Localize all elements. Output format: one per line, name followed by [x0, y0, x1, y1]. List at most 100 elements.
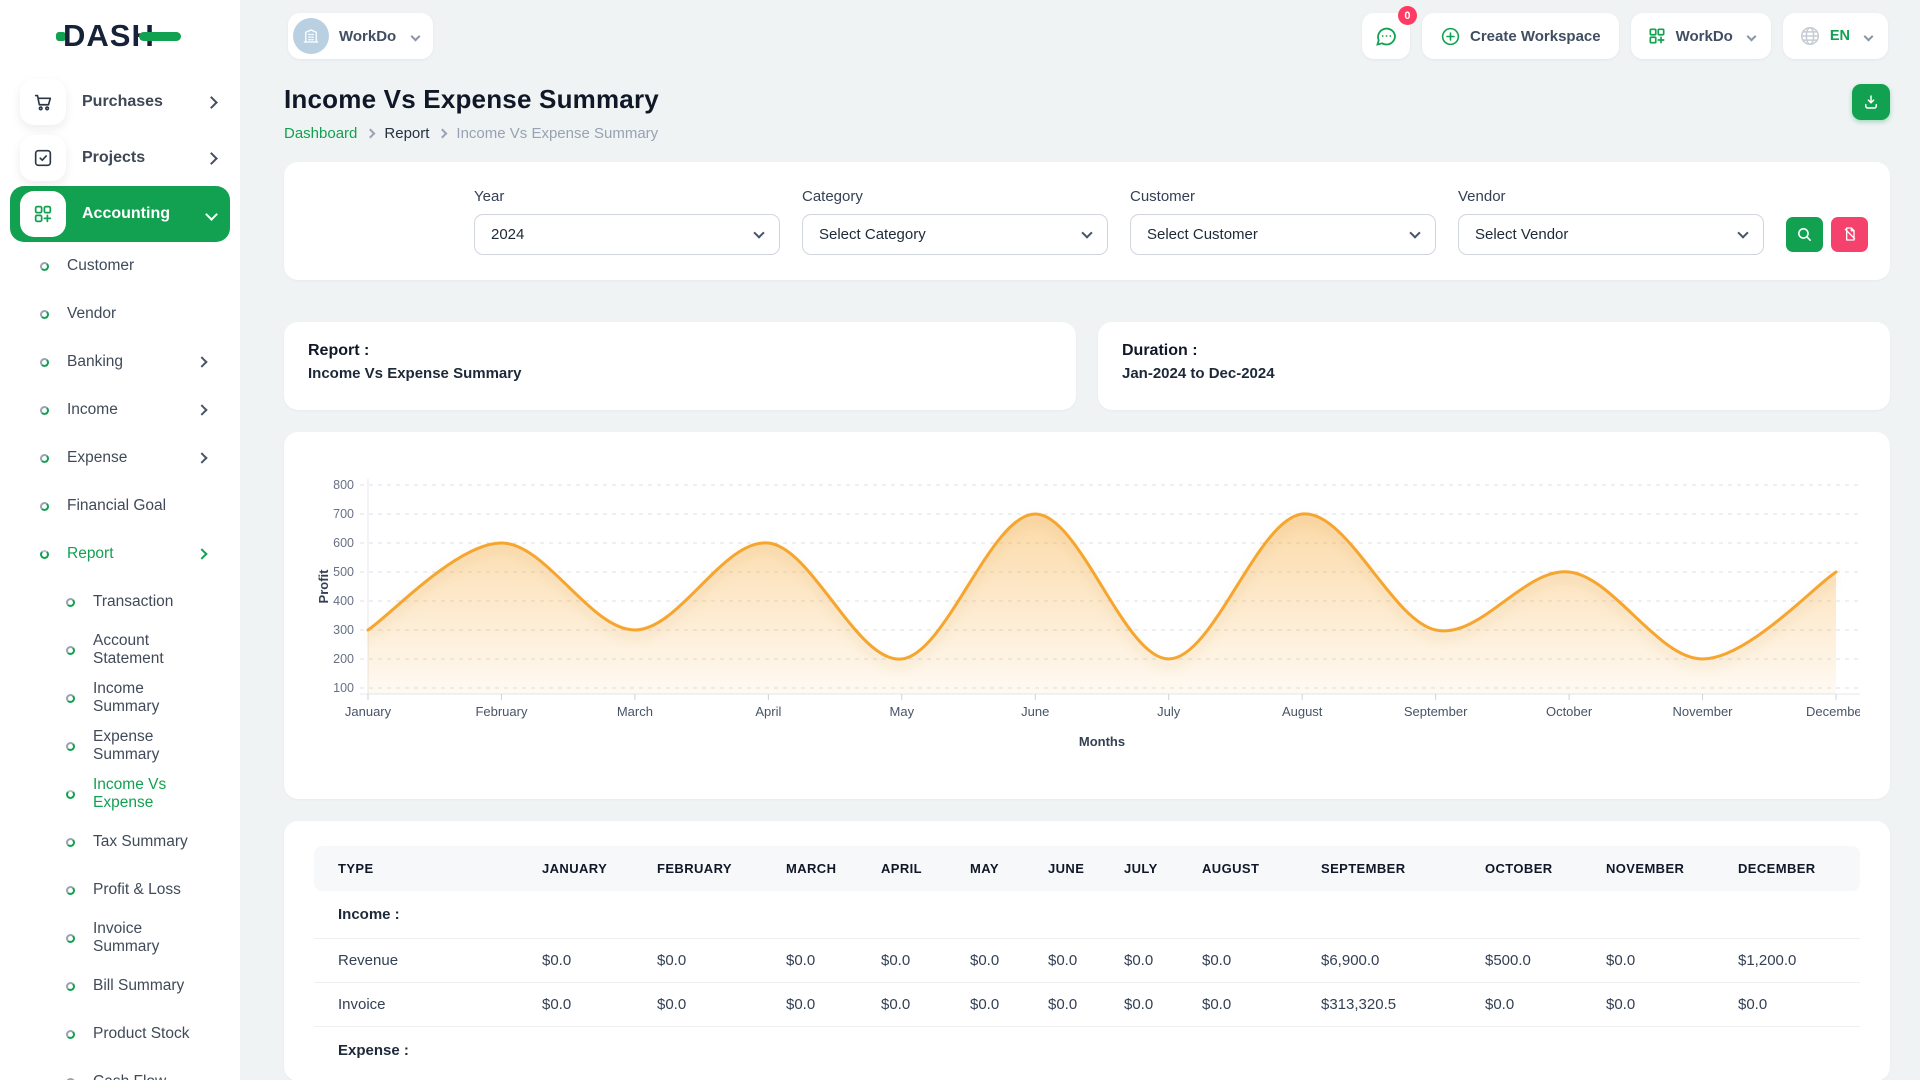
table-header-row: TYPEJANUARYFEBRUARYMARCHAPRILMAYJUNEJULY…	[314, 846, 1860, 891]
table-cell: $0.0	[1598, 939, 1730, 983]
bullet-icon	[40, 502, 49, 511]
chevron-right-icon	[196, 356, 207, 367]
y-tick-label: 200	[333, 652, 354, 666]
circle-plus-icon	[1440, 26, 1461, 47]
sidebar-item-income-summary[interactable]: Income Summary	[10, 674, 230, 722]
app-root: DASH Purchases Projects	[0, 0, 1920, 1080]
main-area: WorkDo 0 Create Workspace WorkDo	[240, 0, 1920, 1080]
sidebar-item-transaction[interactable]: Transaction	[10, 578, 230, 626]
table-header-cell: NOVEMBER	[1598, 846, 1730, 891]
y-tick-label: 300	[333, 623, 354, 637]
sidebar-nav: Purchases Projects Accounting	[0, 72, 240, 1080]
table-section-row: Income :	[314, 891, 1860, 939]
table-row: Revenue$0.0$0.0$0.0$0.0$0.0$0.0$0.0$0.0$…	[314, 939, 1860, 983]
chevron-down-icon	[411, 31, 421, 41]
table-header-cell: DECEMBER	[1730, 846, 1860, 891]
sidebar-item-expense-summary[interactable]: Expense Summary	[10, 722, 230, 770]
sidebar-item-customer[interactable]: Customer	[10, 242, 230, 290]
apply-filter-button[interactable]	[1786, 217, 1823, 252]
breadcrumb-report[interactable]: Report	[384, 125, 429, 142]
brand-logo[interactable]: DASH	[56, 18, 181, 54]
bullet-icon	[40, 358, 49, 367]
filter-actions	[1786, 217, 1868, 255]
sidebar-item-label: Report	[67, 545, 198, 563]
page-title: Income Vs Expense Summary	[284, 84, 659, 115]
table-header-cell: MARCH	[778, 846, 873, 891]
table-header-cell: SEPTEMBER	[1313, 846, 1477, 891]
sidebar-item-bill-summary[interactable]: Bill Summary	[10, 962, 230, 1010]
chevron-down-icon	[1081, 227, 1092, 238]
modules-icon	[20, 191, 66, 237]
sidebar-item-banking[interactable]: Banking	[10, 338, 230, 386]
sidebar-item-report[interactable]: Report	[10, 530, 230, 578]
table-cell: $6,900.0	[1313, 939, 1477, 983]
sidebar-item-label: Income Vs Expense	[93, 776, 206, 812]
topbar-right: 0 Create Workspace WorkDo EN	[1362, 13, 1888, 59]
x-tick-label: October	[1546, 704, 1593, 719]
language-code: EN	[1830, 28, 1850, 44]
year-select[interactable]: 2024	[474, 214, 780, 255]
sidebar-item-label: Income Summary	[93, 680, 206, 716]
vendor-select[interactable]: Select Vendor	[1458, 214, 1764, 255]
table-body: Income :Revenue$0.0$0.0$0.0$0.0$0.0$0.0$…	[314, 891, 1860, 1074]
logo-row: DASH	[0, 0, 240, 72]
chevron-down-icon	[1409, 227, 1420, 238]
chart-card: 100200300400500600700800JanuaryFebruaryM…	[284, 432, 1890, 799]
table-header-cell: TYPE	[314, 846, 534, 891]
sidebar-item-financial-goal[interactable]: Financial Goal	[10, 482, 230, 530]
workdo-menu-button[interactable]: WorkDo	[1631, 13, 1771, 59]
x-tick-label: April	[755, 704, 781, 719]
sidebar-item-label: Expense Summary	[93, 728, 206, 764]
y-tick-label: 600	[333, 536, 354, 550]
sidebar-item-invoice-summary[interactable]: Invoice Summary	[10, 914, 230, 962]
sidebar-item-profit-loss[interactable]: Profit & Loss	[10, 866, 230, 914]
customer-label: Customer	[1130, 188, 1436, 205]
y-tick-label: 100	[333, 681, 354, 695]
breadcrumb-current: Income Vs Expense Summary	[456, 125, 658, 142]
customer-select[interactable]: Select Customer	[1130, 214, 1436, 255]
bullet-icon	[66, 694, 75, 703]
sidebar-item-label: Accounting	[82, 205, 207, 223]
sidebar-item-income-vs-expense[interactable]: Income Vs Expense	[10, 770, 230, 818]
chevron-down-icon	[1864, 31, 1874, 41]
sidebar-item-income[interactable]: Income	[10, 386, 230, 434]
x-tick-label: November	[1673, 704, 1734, 719]
sidebar-item-account-statement[interactable]: Account Statement	[10, 626, 230, 674]
chevron-right-icon	[196, 404, 207, 415]
sidebar-item-label: Projects	[82, 149, 207, 167]
sidebar-item-expense[interactable]: Expense	[10, 434, 230, 482]
sidebar-item-vendor[interactable]: Vendor	[10, 290, 230, 338]
sidebar-item-product-stock[interactable]: Product Stock	[10, 1010, 230, 1058]
sidebar-item-projects[interactable]: Projects	[10, 130, 230, 186]
sidebar-item-cash-flow[interactable]: Cash Flow	[10, 1058, 230, 1080]
category-label: Category	[802, 188, 1108, 205]
x-tick-label: January	[345, 704, 392, 719]
sidebar-item-tax-summary[interactable]: Tax Summary	[10, 818, 230, 866]
workspace-switcher[interactable]: WorkDo	[288, 13, 433, 59]
category-select[interactable]: Select Category	[802, 214, 1108, 255]
topbar: WorkDo 0 Create Workspace WorkDo	[240, 0, 1920, 72]
x-tick-label: July	[1157, 704, 1181, 719]
workdo-menu-label: WorkDo	[1676, 28, 1733, 45]
reset-filter-button[interactable]	[1831, 217, 1868, 252]
create-workspace-button[interactable]: Create Workspace	[1422, 13, 1619, 59]
table-header-cell: APRIL	[873, 846, 962, 891]
y-tick-label: 800	[333, 478, 354, 492]
language-selector[interactable]: EN	[1783, 13, 1888, 59]
search-icon	[1796, 226, 1813, 243]
messages-button[interactable]: 0	[1362, 13, 1410, 59]
chevron-down-icon	[1746, 31, 1756, 41]
y-tick-label: 400	[333, 594, 354, 608]
sidebar-item-label: Vendor	[67, 305, 206, 323]
table-header-cell: AUGUST	[1194, 846, 1313, 891]
bullet-icon	[66, 838, 75, 847]
customer-value: Select Customer	[1147, 226, 1258, 243]
sidebar-item-purchases[interactable]: Purchases	[10, 74, 230, 130]
bullet-icon	[40, 262, 49, 271]
bullet-icon	[66, 742, 75, 751]
download-report-button[interactable]	[1852, 84, 1890, 120]
bullet-icon	[40, 550, 49, 559]
sidebar-item-label: Financial Goal	[67, 497, 206, 515]
sidebar-item-accounting[interactable]: Accounting	[10, 186, 230, 242]
breadcrumb-dashboard[interactable]: Dashboard	[284, 125, 357, 142]
